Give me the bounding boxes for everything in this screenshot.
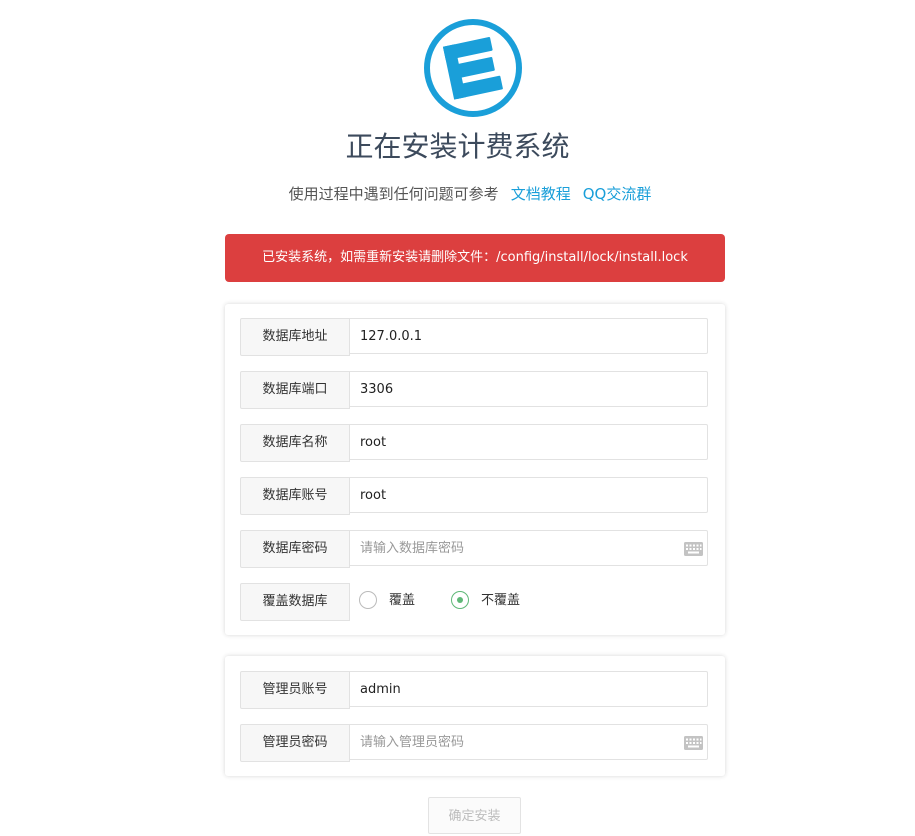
confirm-install-button[interactable]: 确定安装 (428, 797, 521, 834)
db-user-row: 数据库账号 root (240, 477, 709, 515)
db-password-input[interactable]: 请输入数据库密码 (349, 530, 708, 566)
db-overwrite-label: 覆盖数据库 (240, 583, 350, 621)
db-password-row: 数据库密码 请输入数据库密码 (240, 530, 709, 568)
db-host-row: 数据库地址 127.0.0.1 (240, 318, 709, 356)
admin-password-placeholder: 请输入管理员密码 (360, 735, 465, 750)
no-overwrite-radio-circle[interactable] (451, 591, 469, 609)
admin-user-input[interactable]: admin (349, 671, 708, 707)
db-user-label: 数据库账号 (240, 477, 350, 515)
overwrite-radio-circle[interactable] (359, 591, 377, 609)
database-card: 数据库地址 127.0.0.1 数据库端口 3306 数据库名称 root 数据… (225, 304, 725, 635)
page-title: 正在安装计费系统 (345, 130, 570, 163)
admin-card: 管理员账号 admin 管理员密码 请输入管理员密码 (225, 656, 725, 776)
installed-alert: 已安装系统，如需重新安装请删除文件：/config/install/lock/i… (225, 234, 725, 282)
db-name-label: 数据库名称 (240, 424, 350, 462)
admin-user-row: 管理员账号 admin (240, 671, 709, 709)
db-password-placeholder: 请输入数据库密码 (360, 541, 465, 556)
db-port-label: 数据库端口 (240, 371, 350, 409)
no-overwrite-radio-label: 不覆盖 (481, 593, 521, 608)
help-text-label: 使用过程中遇到任何问题可参考 (288, 185, 499, 203)
db-port-input[interactable]: 3306 (349, 371, 708, 407)
db-name-input[interactable]: root (349, 424, 708, 460)
db-port-row: 数据库端口 3306 (240, 371, 709, 409)
db-name-row: 数据库名称 root (240, 424, 709, 462)
db-host-input[interactable]: 127.0.0.1 (349, 318, 708, 354)
db-password-label: 数据库密码 (240, 530, 350, 568)
installer-logo-icon (424, 19, 522, 117)
admin-password-input[interactable]: 请输入管理员密码 (349, 724, 708, 760)
qq-group-link[interactable]: QQ交流群 (583, 185, 652, 203)
admin-password-row: 管理员密码 请输入管理员密码 (240, 724, 709, 762)
help-text: 使用过程中遇到任何问题可参考 文档教程 QQ交流群 (0, 184, 915, 204)
db-host-label: 数据库地址 (240, 318, 350, 356)
keyboard-icon[interactable] (684, 736, 703, 750)
keyboard-icon[interactable] (684, 542, 703, 556)
db-overwrite-row: 覆盖数据库 覆盖 不覆盖 (240, 583, 709, 621)
overwrite-radio-label: 覆盖 (389, 593, 416, 608)
db-user-input[interactable]: root (349, 477, 708, 513)
admin-password-label: 管理员密码 (240, 724, 350, 762)
admin-user-label: 管理员账号 (240, 671, 350, 709)
docs-link[interactable]: 文档教程 (511, 185, 571, 203)
